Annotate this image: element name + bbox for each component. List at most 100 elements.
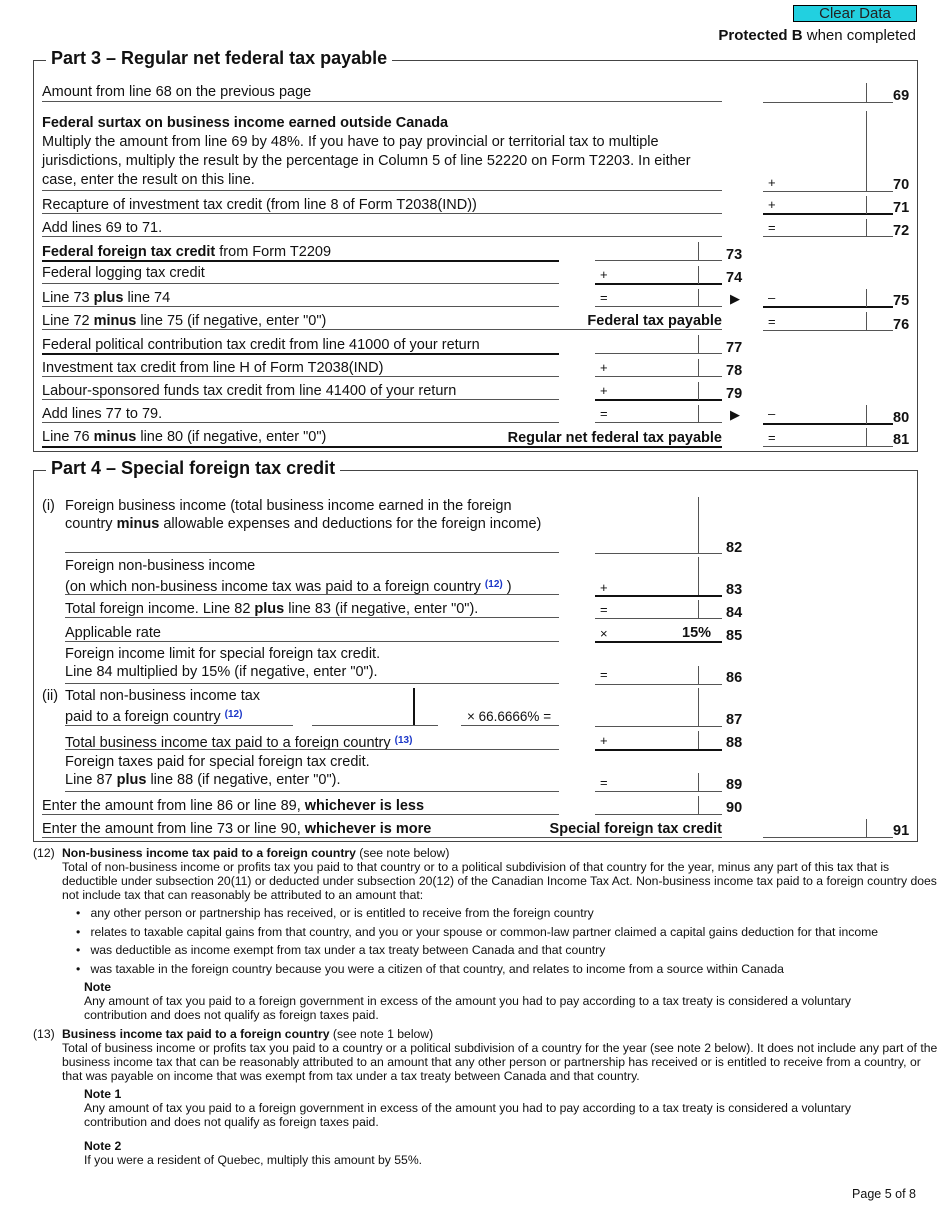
line76-pre: Line 72 [42, 313, 94, 329]
line89-number: 89 [726, 777, 743, 793]
line72-number: 72 [893, 223, 910, 239]
note-13-note1-title: Note 1 [84, 1087, 122, 1101]
note-13-body: Total of business income or profits tax … [62, 1041, 938, 1083]
line78-field[interactable] [595, 355, 722, 377]
line83-label-1: Foreign non-business income [65, 558, 256, 574]
line69-field[interactable] [763, 80, 893, 102]
line87-tax-paid-line [312, 725, 438, 726]
line83-label-2: (on which non-business income tax was pa… [65, 576, 512, 596]
line83-field[interactable] [595, 573, 722, 595]
line89-field[interactable] [595, 770, 722, 792]
line72-cents-divider [866, 219, 867, 237]
line73-text: from Form T2209 [215, 244, 332, 260]
line75-pre: Line 73 [42, 290, 94, 306]
line85-underline [65, 641, 559, 642]
note-12-note-title: Note [84, 980, 112, 994]
line82-underline [65, 552, 559, 553]
line75-arrow-icon: ▶ [730, 291, 740, 306]
note-13-heading-bold: Business income tax paid to a foreign co… [62, 1027, 330, 1041]
footnote-12-link[interactable]: (12) [485, 579, 503, 590]
line71-field[interactable] [763, 193, 893, 215]
note-12-bullet-2-text: relates to taxable capital gains from th… [90, 925, 879, 939]
line70-heading: Federal surtax on business income earned… [42, 115, 449, 131]
line73-field[interactable] [595, 238, 722, 260]
line75-field[interactable] [763, 285, 893, 307]
part3-title: Part 3 – Regular net federal tax payable [46, 48, 393, 69]
line81-pre: Line 76 [42, 429, 94, 445]
line87-l2: paid to a foreign country [65, 709, 225, 725]
line82-bold: minus [116, 516, 160, 532]
line69-underline [42, 101, 722, 102]
line69-cents-divider [866, 83, 867, 102]
line77-field-line [595, 353, 722, 354]
note-12-bullet-2: • relates to taxable capital gains from … [76, 925, 879, 939]
line80-arrow-icon: ▶ [730, 407, 740, 422]
line87-multiplier-label: × 66.6666% = [467, 709, 552, 724]
line77-underline [42, 353, 559, 355]
line87-number: 87 [726, 712, 743, 728]
line82-label: Foreign business income (total business … [65, 497, 555, 533]
line76-label: Line 72 minus line 75 (if negative, ente… [42, 312, 326, 330]
line74-cents-divider [698, 266, 699, 284]
line77-field[interactable] [595, 331, 722, 353]
line76-field[interactable] [763, 308, 893, 330]
line79-field[interactable] [595, 378, 722, 400]
line78-underline [42, 376, 559, 377]
footnote-13-link[interactable]: (13) [395, 735, 413, 746]
line84-field[interactable] [595, 597, 722, 619]
line72-field-line [763, 236, 893, 237]
line84-pre: Total foreign income. Line 82 [65, 601, 255, 617]
line85-number: 85 [726, 628, 743, 644]
special-foreign-tax-credit-label: Special foreign tax credit [549, 821, 722, 837]
line84-post: line 83 (if negative, enter "0"). [284, 601, 479, 617]
line70-number: 70 [893, 177, 910, 193]
line90-label: Enter the amount from line 86 or line 89… [42, 797, 424, 815]
line75-subtotal-field[interactable] [595, 285, 722, 307]
note-12-bullet-1: • any other person or partnership has re… [76, 906, 594, 920]
part4-marker-i: (i) [42, 498, 55, 514]
line90-cents-divider [698, 796, 699, 814]
page-number: Page 5 of 8 [852, 1187, 916, 1201]
note-12-bullet-4: • was taxable in the foreign country bec… [76, 962, 784, 976]
note-13-number: (13) [33, 1027, 55, 1041]
line82-cents-divider [698, 497, 699, 553]
line82-field[interactable] [595, 530, 722, 552]
line81-number: 81 [893, 432, 910, 448]
line91-underline [42, 837, 722, 838]
line80-field[interactable] [763, 401, 893, 423]
line86-underline [65, 683, 559, 684]
line81-post: line 80 (if negative, enter "0") [136, 429, 327, 445]
line71-underline [42, 213, 722, 214]
clear-data-button[interactable]: Clear Data [793, 5, 917, 22]
line70-text: Multiply the amount from line 69 by 48%.… [42, 134, 691, 188]
line72-field[interactable] [763, 215, 893, 237]
line80-cents-divider [866, 405, 867, 424]
line87-tax-paid-field[interactable] [312, 702, 438, 724]
line74-field[interactable] [595, 262, 722, 284]
line86-field[interactable] [595, 662, 722, 684]
line70-field[interactable] [763, 168, 893, 190]
line88-field[interactable] [595, 728, 722, 750]
line81-label: Line 76 minus line 80 (if negative, ente… [42, 428, 326, 446]
footnote-12-link[interactable]: (12) [225, 709, 243, 720]
line90-underline [42, 814, 559, 815]
line80-subtotal-field[interactable] [595, 401, 722, 423]
line80-label: Add lines 77 to 79. [42, 406, 163, 422]
line87-field[interactable] [595, 702, 722, 724]
line79-label: Labour-sponsored funds tax credit from l… [42, 383, 457, 399]
line91-field[interactable] [763, 815, 893, 837]
line75-label: Line 73 plus line 74 [42, 289, 170, 307]
line76-post: line 75 (if negative, enter "0") [136, 313, 327, 329]
line86-number: 86 [726, 670, 743, 686]
line85-rate-value: 15% [682, 625, 712, 641]
line83-cents-divider [698, 557, 699, 595]
line81-field[interactable] [763, 424, 893, 446]
line81-underline [42, 446, 722, 448]
line87-label-1: Total non-business income tax [65, 688, 261, 704]
line71-number: 71 [893, 200, 910, 216]
line80-subtotal-line [595, 422, 722, 423]
protected-b-suffix: when completed [802, 27, 916, 44]
line74-number: 74 [726, 270, 743, 286]
line83-underline [65, 594, 559, 595]
line90-field[interactable] [595, 792, 722, 814]
